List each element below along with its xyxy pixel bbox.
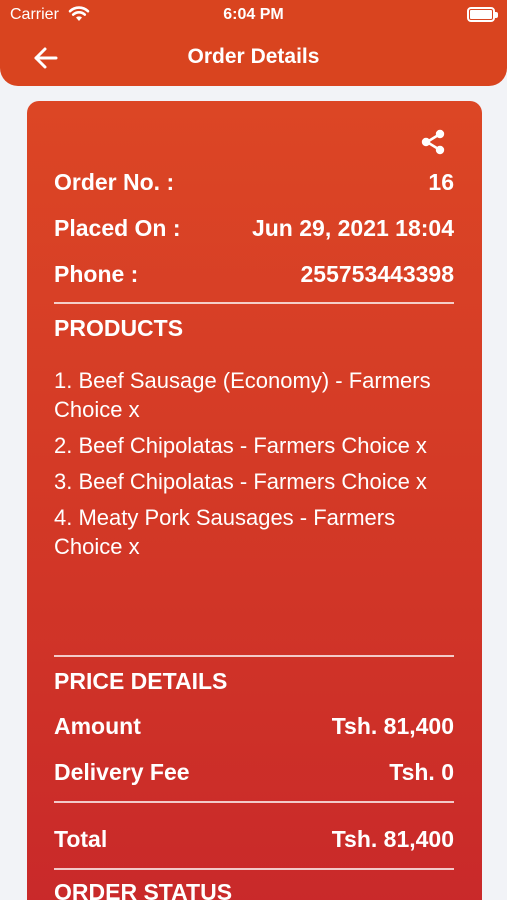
order-number-value: 16 [428,169,454,195]
list-item: 2. Beef Chipolatas - Farmers Choice x [54,433,427,458]
order-status-heading: ORDER STATUS [54,879,233,900]
delivery-fee-value: Tsh. 0 [389,759,454,785]
share-icon[interactable] [418,127,448,157]
total-row: Total Tsh. 81,400 [54,826,454,856]
divider [54,302,454,304]
placed-on-row: Placed On : Jun 29, 2021 18:04 [54,215,454,245]
amount-row: Amount Tsh. 81,400 [54,713,454,743]
order-details-card: Order No. : 16 Placed On : Jun 29, 2021 … [27,101,482,900]
phone-row: Phone : 255753443398 [54,261,454,291]
amount-value: Tsh. 81,400 [331,713,454,739]
status-time: 6:04 PM [223,6,284,23]
app-header: Carrier 6:04 PM Order Details [0,0,507,86]
placed-on-value: Jun 29, 2021 18:04 [251,215,454,241]
status-bar: Carrier 6:04 PM [0,0,507,30]
phone-value: 255753443398 [300,261,455,287]
divider [54,868,454,870]
placed-on-label: Placed On : [54,215,181,241]
list-item: 3. Beef Chipolatas - Farmers Choice x [54,469,427,494]
divider [54,801,454,803]
divider [54,655,454,657]
list-item: 1. Beef Sausage (Economy) - Farmers Choi… [54,368,431,422]
price-details-heading: PRICE DETAILS [54,668,228,694]
amount-label: Amount [54,713,141,739]
battery-icon [467,7,498,22]
delivery-fee-label: Delivery Fee [54,759,190,785]
nav-bar: Order Details [0,32,507,84]
phone-label: Phone : [54,261,139,287]
products-heading: PRODUCTS [54,315,184,341]
page-title: Order Details [187,45,320,68]
product-list: 1. Beef Sausage (Economy) - Farmers Choi… [54,366,454,568]
list-item: 4. Meaty Pork Sausages - Farmers Choice … [54,505,396,559]
delivery-fee-row: Delivery Fee Tsh. 0 [54,759,454,789]
total-value: Tsh. 81,400 [331,826,454,852]
order-number-label: Order No. : [54,169,175,195]
total-label: Total [54,826,108,852]
order-number-row: Order No. : 16 [54,169,454,199]
